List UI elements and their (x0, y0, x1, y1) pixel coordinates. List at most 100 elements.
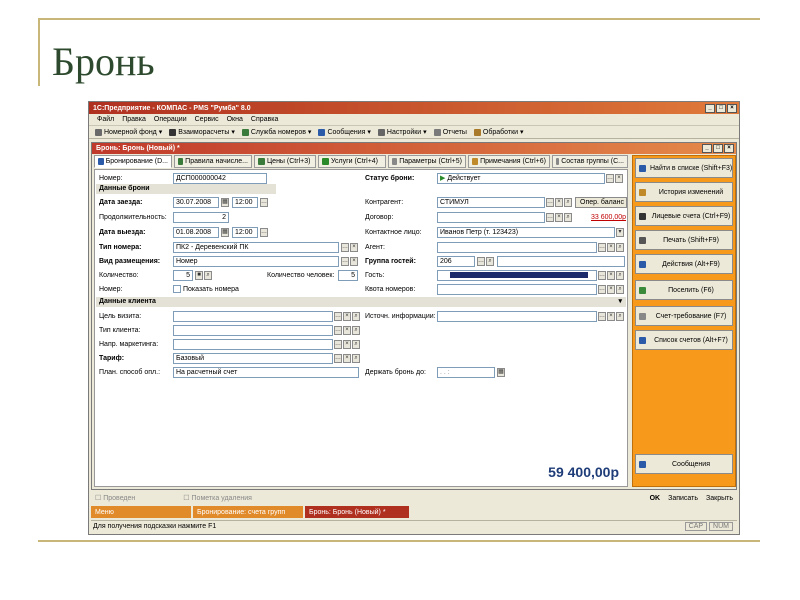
tab-charge-rules[interactable]: Правила начисле... (174, 155, 252, 168)
search-icon[interactable]: ⌕ (352, 340, 360, 349)
accommodation-field[interactable]: Номер (173, 256, 339, 267)
info-source-select-button[interactable]: … (598, 312, 606, 321)
room-quota-clear-button[interactable]: × (607, 285, 615, 294)
contract-amount-link[interactable]: 33 600,00р (591, 212, 626, 223)
marketing-select-button[interactable]: … (334, 340, 342, 349)
tab-prices[interactable]: Цены (Ctrl+3) (254, 155, 316, 168)
search-icon[interactable]: ⌕ (352, 312, 360, 321)
search-icon[interactable]: ⌕ (616, 312, 624, 321)
calendar-icon[interactable]: ▦ (221, 198, 229, 207)
doc-minimize-button[interactable]: _ (702, 144, 712, 153)
marketing-clear-button[interactable]: × (343, 340, 351, 349)
accommodation-clear-button[interactable]: × (350, 257, 358, 266)
doc-maximize-button[interactable]: □ (713, 144, 723, 153)
tab-parameters[interactable]: Параметры (Ctrl+5) (388, 155, 466, 168)
search-icon[interactable]: ⌕ (564, 213, 572, 222)
chevron-down-icon[interactable]: ▾ (616, 228, 624, 237)
quantity-field[interactable]: 5 (173, 270, 193, 281)
arrival-time-field[interactable]: 12:00 (232, 197, 258, 208)
find-in-list-button[interactable]: Найти в списке (Shift+F3) (635, 158, 733, 178)
visit-purpose-select-button[interactable]: … (334, 312, 342, 321)
search-icon[interactable]: ⌕ (616, 285, 624, 294)
posted-checkbox[interactable]: ☐ Проведен (95, 494, 135, 502)
print-button[interactable]: Печать (Shift+F9) (635, 230, 733, 250)
guest-clear-button[interactable]: × (607, 271, 615, 280)
doc-close-button[interactable]: × (724, 144, 734, 153)
ok-button[interactable]: OK (650, 495, 661, 502)
task-group-bookings[interactable]: Бронирование: счета групп (193, 506, 303, 518)
agent-field[interactable] (437, 242, 597, 253)
info-source-field[interactable] (437, 311, 597, 322)
minimize-button[interactable]: _ (705, 103, 715, 113)
search-icon[interactable]: ⌕ (564, 198, 572, 207)
tariff-field[interactable]: Базовый (173, 353, 333, 364)
calendar-icon[interactable]: ▦ (221, 228, 229, 237)
client-type-clear-button[interactable]: × (343, 326, 351, 335)
calendar-icon[interactable]: ▦ (497, 368, 505, 377)
persons-field[interactable]: 5 (338, 270, 358, 281)
contract-select-button[interactable]: … (546, 213, 554, 222)
messages-button[interactable]: Сообщения (635, 454, 733, 474)
agent-select-button[interactable]: … (598, 243, 606, 252)
tariff-select-button[interactable]: … (334, 354, 342, 363)
change-history-button[interactable]: История изменений (635, 182, 733, 202)
arrival-date-field[interactable]: 30.07.2008 (173, 197, 219, 208)
toolbar-room-service[interactable]: Служба номеров ▾ (241, 128, 311, 136)
show-rooms-checkbox[interactable] (173, 285, 181, 293)
close-button[interactable]: × (727, 103, 737, 113)
guest-group-select-button[interactable]: … (477, 257, 485, 266)
menu-file[interactable]: Файл (97, 116, 114, 123)
guest-group-field[interactable]: 206 (437, 256, 475, 267)
search-icon[interactable]: ⌕ (486, 257, 494, 266)
room-type-field[interactable]: ПК2 - Деревенский ПК (173, 242, 339, 253)
guest-group-description-field[interactable] (497, 256, 625, 267)
guest-select-button[interactable]: … (598, 271, 606, 280)
search-icon[interactable]: ⌕ (352, 326, 360, 335)
status-clear-button[interactable]: × (615, 174, 623, 183)
search-icon[interactable]: ⌕ (616, 271, 624, 280)
status-field[interactable]: ▶ Действует (437, 173, 605, 184)
duration-field[interactable]: 2 (173, 212, 229, 223)
menu-edit[interactable]: Правка (122, 116, 146, 123)
toolbar-messages[interactable]: Сообщения ▾ (318, 128, 371, 136)
departure-time-button[interactable]: … (260, 228, 268, 237)
accommodation-select-button[interactable]: … (341, 257, 349, 266)
search-icon[interactable]: ⌕ (204, 271, 212, 280)
toolbar-settings[interactable]: Настройки ▾ (377, 128, 427, 136)
departure-date-field[interactable]: 01.08.2008 (173, 227, 219, 238)
arrival-time-button[interactable]: … (260, 198, 268, 207)
toolbar-processing[interactable]: Обработки ▾ (473, 128, 524, 136)
counterparty-field[interactable]: СТИМУЛ (437, 197, 545, 208)
tab-group-members[interactable]: Состав группы (C... (552, 155, 628, 168)
save-button[interactable]: Записать (668, 495, 698, 502)
maximize-button[interactable]: □ (716, 103, 726, 113)
visit-purpose-field[interactable] (173, 311, 333, 322)
visit-purpose-clear-button[interactable]: × (343, 312, 351, 321)
actions-button[interactable]: Действия (Alt+F9) (635, 254, 733, 274)
task-menu[interactable]: Меню (91, 506, 191, 518)
chevron-down-icon[interactable]: ▾ (618, 297, 626, 307)
balance-button[interactable]: Опер. баланс (575, 197, 627, 208)
quantity-stepper[interactable]: ■ (195, 271, 203, 280)
close-button[interactable]: Закрыть (706, 495, 733, 502)
toolbar-settlements[interactable]: Взаиморасчеты ▾ (169, 128, 235, 136)
marketing-field[interactable] (173, 339, 333, 350)
search-icon[interactable]: ⌕ (616, 243, 624, 252)
info-source-clear-button[interactable]: × (607, 312, 615, 321)
tab-booking[interactable]: Бронирование (D... (94, 155, 172, 168)
contract-clear-button[interactable]: × (555, 213, 563, 222)
invoice-list-button[interactable]: Список счетов (Alt+F7) (635, 330, 733, 350)
guest-field[interactable] (437, 270, 597, 281)
personal-accounts-button[interactable]: Лицевые счета (Ctrl+F9) (635, 206, 733, 226)
menu-windows[interactable]: Окна (227, 116, 243, 123)
client-type-field[interactable] (173, 325, 333, 336)
deletion-mark-checkbox[interactable]: ☐ Пометка удаления (183, 494, 252, 502)
tab-notes[interactable]: Примечания (Ctrl+6) (468, 155, 550, 168)
client-type-select-button[interactable]: … (334, 326, 342, 335)
check-in-button[interactable]: Поселить (F6) (635, 280, 733, 300)
toolbar-reports[interactable]: Отчеты (433, 128, 467, 136)
contact-field[interactable]: Иванов Петр (т. 123423) (437, 227, 615, 238)
menu-operations[interactable]: Операции (154, 116, 187, 123)
menu-service[interactable]: Сервис (195, 116, 219, 123)
counterparty-select-button[interactable]: … (546, 198, 554, 207)
